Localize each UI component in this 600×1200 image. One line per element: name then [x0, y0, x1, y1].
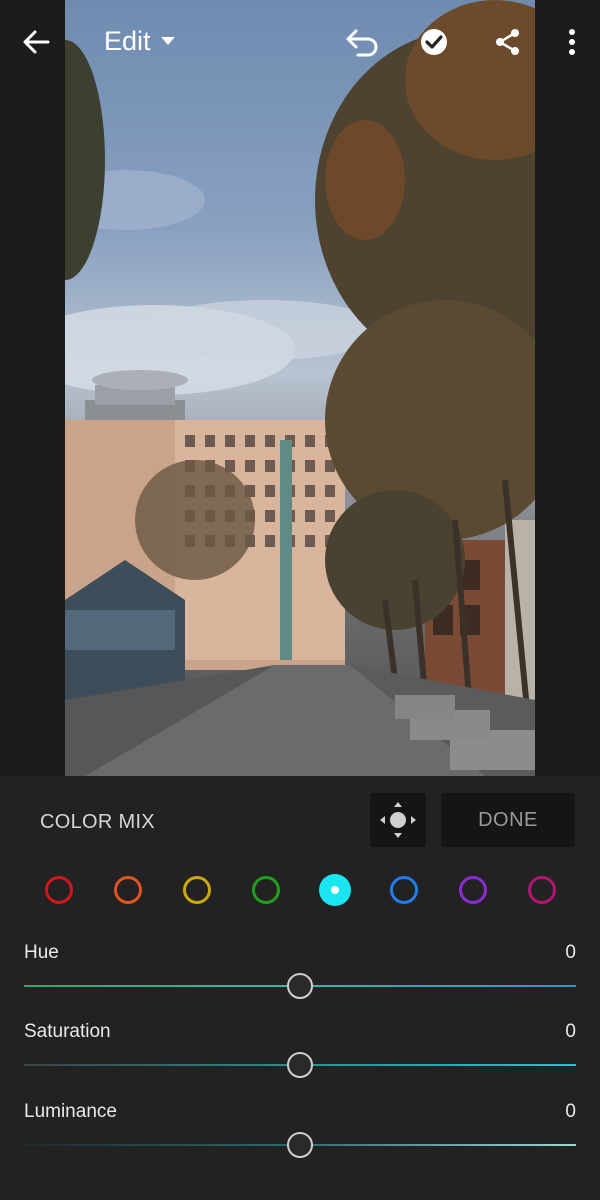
swatch-ring: [390, 876, 418, 904]
photo-canvas[interactable]: [65, 0, 535, 776]
targeted-adjustment-button[interactable]: [370, 793, 426, 847]
more-vertical-icon: [569, 29, 575, 55]
undo-button[interactable]: [338, 18, 386, 66]
color-swatch-aqua[interactable]: [318, 873, 352, 907]
edit-mode-dropdown[interactable]: Edit: [104, 26, 175, 57]
share-button[interactable]: [484, 18, 532, 66]
apply-button[interactable]: [410, 18, 458, 66]
selected-indicator: [331, 886, 339, 894]
saturation-label: Saturation: [24, 1021, 111, 1042]
color-swatch-green[interactable]: [249, 873, 283, 907]
saturation-slider-thumb[interactable]: [287, 1052, 313, 1078]
luminance-slider-row: Luminance 0: [24, 1101, 576, 1161]
color-swatch-purple[interactable]: [456, 873, 490, 907]
caret-down-icon: [160, 36, 175, 45]
swatch-ring: [183, 876, 211, 904]
luminance-slider-thumb[interactable]: [287, 1132, 313, 1158]
panel-title: COLOR MIX: [40, 811, 155, 833]
luminance-value: 0: [565, 1101, 576, 1122]
swatch-ring: [114, 876, 142, 904]
swatch-ring: [45, 876, 73, 904]
more-options-button[interactable]: [548, 18, 596, 66]
back-button[interactable]: [12, 18, 60, 66]
checkmark-circle-icon: [421, 29, 447, 55]
target-adjust-icon: [380, 802, 416, 838]
edit-mode-label: Edit: [104, 26, 151, 56]
done-button[interactable]: DONE: [441, 793, 575, 847]
swatch-ring: [528, 876, 556, 904]
photo-scene: [65, 0, 535, 776]
swatch-ring: [252, 876, 280, 904]
saturation-slider-row: Saturation 0: [24, 1021, 576, 1081]
color-swatch-yellow[interactable]: [180, 873, 214, 907]
top-app-bar: Edit: [0, 0, 600, 86]
color-swatch-orange[interactable]: [111, 873, 145, 907]
color-swatch-blue[interactable]: [387, 873, 421, 907]
color-swatch-magenta[interactable]: [525, 873, 559, 907]
hue-label: Hue: [24, 942, 59, 963]
arrow-left-icon: [23, 30, 50, 54]
undo-icon: [346, 29, 378, 57]
color-mix-panel: COLOR MIX DONE Hue 0 Saturation 0 Lumina…: [0, 776, 600, 1200]
hue-slider-thumb[interactable]: [287, 973, 313, 999]
color-swatch-row: [0, 873, 600, 907]
hue-value: 0: [565, 942, 576, 963]
hue-slider-row: Hue 0: [24, 942, 576, 1002]
color-swatch-red[interactable]: [42, 873, 76, 907]
saturation-value: 0: [565, 1021, 576, 1042]
share-icon: [496, 29, 519, 55]
luminance-label: Luminance: [24, 1101, 117, 1122]
swatch-ring: [459, 876, 487, 904]
